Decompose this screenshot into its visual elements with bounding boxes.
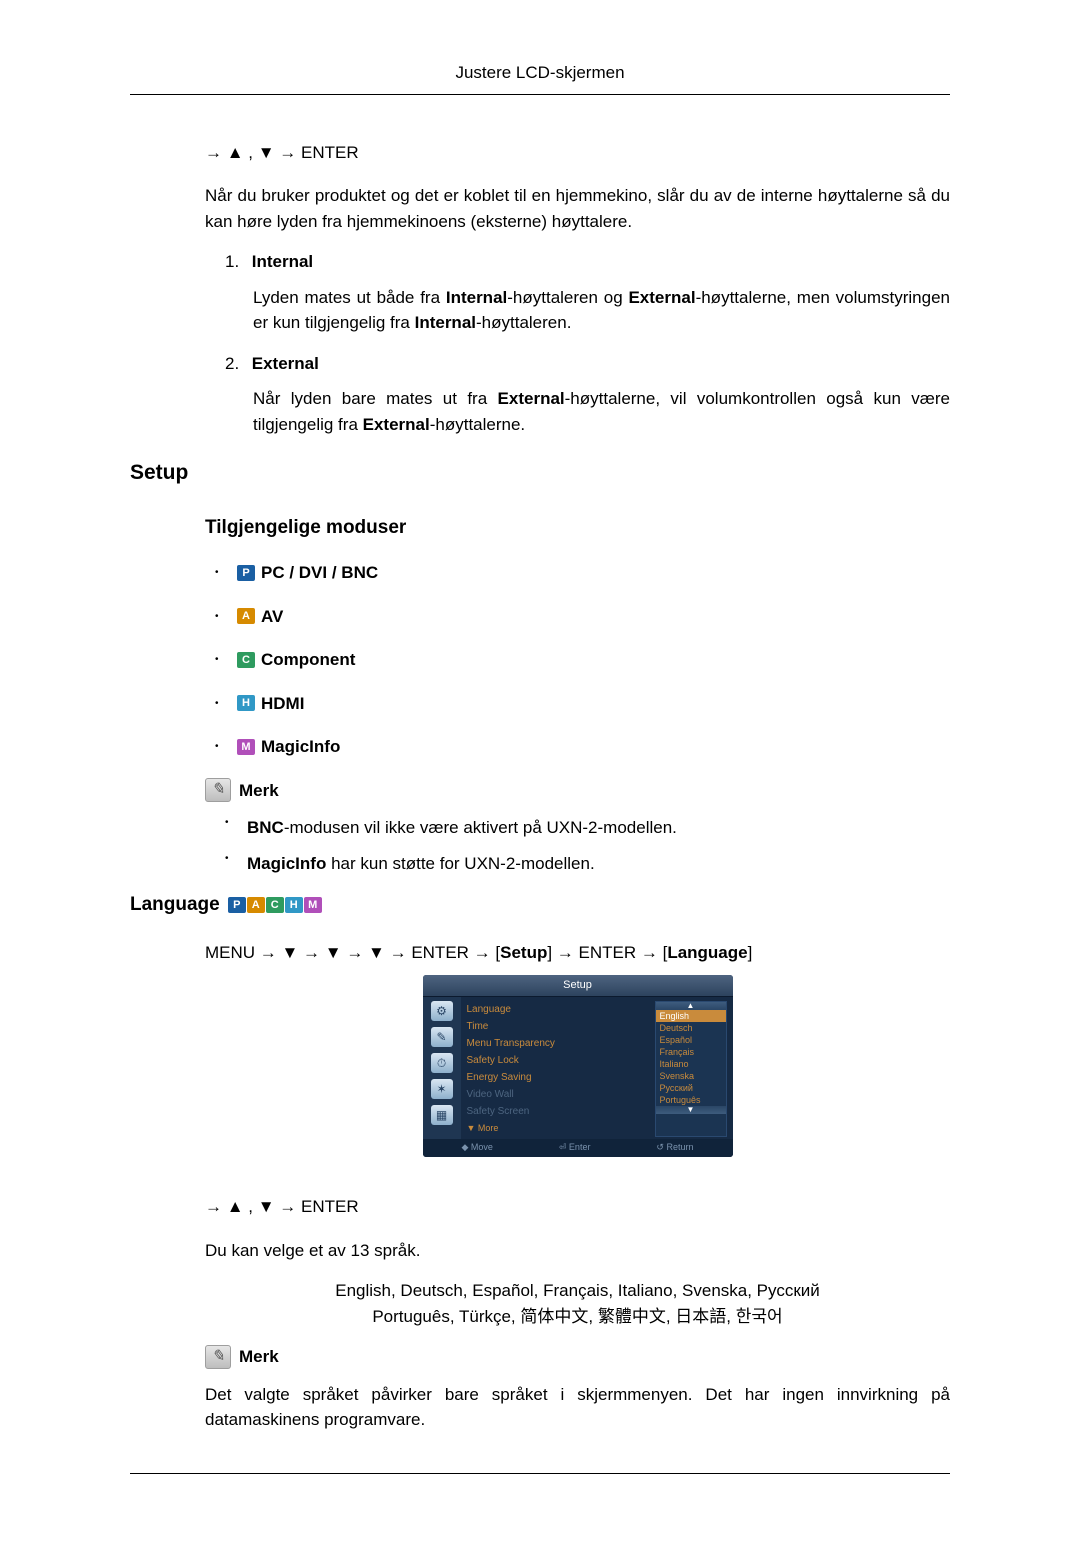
mode-label: Component [261, 647, 355, 673]
list-number: 2. [225, 351, 247, 377]
osd-screenshot: Setup ⚙ ✎ ⏱ ✶ ▦ Language Time Menu Trans… [423, 975, 733, 1157]
mode-label: HDMI [261, 691, 304, 717]
osd-lang-option: Français [656, 1046, 726, 1058]
p-icon: P [228, 897, 246, 913]
language-list-line-1: English, Deutsch, Español, Français, Ita… [205, 1278, 950, 1304]
bullet-icon: • [215, 652, 237, 667]
osd-side-icon: ▦ [431, 1105, 453, 1125]
footer-rule [130, 1473, 950, 1474]
osd-more: ▼ More [467, 1120, 651, 1138]
osd-lang-option: Русский [656, 1082, 726, 1094]
page-header: Justere LCD-skjermen [130, 60, 950, 95]
osd-title: Setup [423, 975, 733, 997]
mode-magicinfo: • M MagicInfo [215, 734, 950, 760]
osd-side-icon: ⚙ [431, 1001, 453, 1021]
osd-language-submenu: ▲ English Deutsch Español Français Itali… [655, 1001, 727, 1138]
m-icon: M [237, 739, 255, 755]
osd-lang-option: Deutsch [656, 1022, 726, 1034]
mode-icon-row: P A C H M [228, 897, 323, 913]
osd-menu-safety-screen: Safety Screen [467, 1103, 651, 1120]
bullet-icon: • [215, 609, 237, 624]
osd-sidebar: ⚙ ✎ ⏱ ✶ ▦ [423, 997, 461, 1140]
note-icon: ✎ [205, 778, 231, 802]
merk-label: Merk [239, 778, 279, 804]
p-icon: P [237, 565, 255, 581]
osd-lang-option: Svenska [656, 1070, 726, 1082]
m-icon: M [304, 897, 322, 913]
list-item-external: 2. External Når lyden bare mates ut fra … [225, 351, 950, 438]
mode-label: MagicInfo [261, 734, 340, 760]
a-icon: A [237, 608, 255, 624]
osd-lang-option: Português [656, 1094, 726, 1106]
mode-label: PC / DVI / BNC [261, 560, 378, 586]
mode-label: AV [261, 604, 283, 630]
nav-sequence-1: → ▲ , ▼ → ENTER [205, 140, 950, 166]
submenu-arrow-down-icon: ▼ [656, 1106, 726, 1114]
mode-hdmi: • H HDMI [215, 691, 950, 717]
setup-heading: Setup [130, 457, 950, 489]
a-icon: A [247, 897, 265, 913]
mode-av: • A AV [215, 604, 950, 630]
osd-side-icon: ✎ [431, 1027, 453, 1047]
h-icon: H [285, 897, 303, 913]
osd-menu-time: Time [467, 1018, 651, 1035]
list-number: 1. [225, 249, 247, 275]
merk-note-heading-2: ✎ Merk [205, 1344, 950, 1370]
modes-heading: Tilgjengelige moduser [205, 514, 950, 543]
note-icon: ✎ [205, 1345, 231, 1369]
osd-menu-energy: Energy Saving [467, 1069, 651, 1086]
note-bnc: • BNC-modusen vil ikke være aktivert på … [225, 815, 950, 841]
merk2-body: Det valgte språket påvirker bare språket… [205, 1382, 950, 1433]
osd-side-icon: ⏱ [431, 1053, 453, 1073]
note-magicinfo: • MagicInfo har kun støtte for UXN-2-mod… [225, 851, 950, 877]
osd-footer-return: ↺ Return [656, 1141, 693, 1155]
osd-side-icon: ✶ [431, 1079, 453, 1099]
list-title-external: External [252, 354, 319, 373]
menu-path: MENU → ▼ → ▼ → ▼ → ENTER → [Setup] → ENT… [205, 940, 950, 966]
osd-menu-transparency: Menu Transparency [467, 1035, 651, 1052]
osd-menu-language: Language [467, 1001, 651, 1018]
osd-menu-safety-lock: Safety Lock [467, 1052, 651, 1069]
submenu-arrow-up-icon: ▲ [656, 1002, 726, 1010]
osd-lang-option: English [656, 1010, 726, 1022]
bullet-icon: • [225, 851, 247, 877]
h-icon: H [237, 695, 255, 711]
osd-lang-option: Español [656, 1034, 726, 1046]
choose-language-text: Du kan velge et av 13 språk. [205, 1238, 950, 1264]
osd-menu-video-wall: Video Wall [467, 1086, 651, 1103]
mode-component: • C Component [215, 647, 950, 673]
mode-pc: • P PC / DVI / BNC [215, 560, 950, 586]
osd-footer-enter: ⏎ Enter [559, 1141, 591, 1155]
osd-main-menu: Language Time Menu Transparency Safety L… [461, 997, 733, 1140]
bullet-icon: • [215, 696, 237, 711]
c-icon: C [237, 652, 255, 668]
language-list: English, Deutsch, Español, Français, Ita… [205, 1278, 950, 1329]
intro-paragraph: Når du bruker produktet og det er koblet… [205, 183, 950, 234]
bullet-icon: • [225, 815, 247, 841]
c-icon: C [266, 897, 284, 913]
language-list-line-2: Português, Türkçe, 简体中文, 繁體中文, 日本語, 한국어 [205, 1304, 950, 1330]
nav-sequence-2: → ▲ , ▼ → ENTER [205, 1194, 950, 1220]
language-heading: Language P A C H M [130, 891, 950, 920]
list-item-internal: 1. Internal Lyden mates ut både fra Inte… [225, 249, 950, 336]
list-title-internal: Internal [252, 252, 313, 271]
bullet-icon: • [215, 739, 237, 754]
list-body-external: Når lyden bare mates ut fra External-høy… [225, 386, 950, 437]
bullet-icon: • [215, 565, 237, 580]
merk-label: Merk [239, 1344, 279, 1370]
merk-note-heading: ✎ Merk [205, 778, 950, 804]
osd-footer: ◆ Move ⏎ Enter ↺ Return [423, 1139, 733, 1157]
list-body-internal: Lyden mates ut både fra Internal-høyttal… [225, 285, 950, 336]
osd-lang-option: Italiano [656, 1058, 726, 1070]
osd-footer-move: ◆ Move [461, 1141, 492, 1155]
